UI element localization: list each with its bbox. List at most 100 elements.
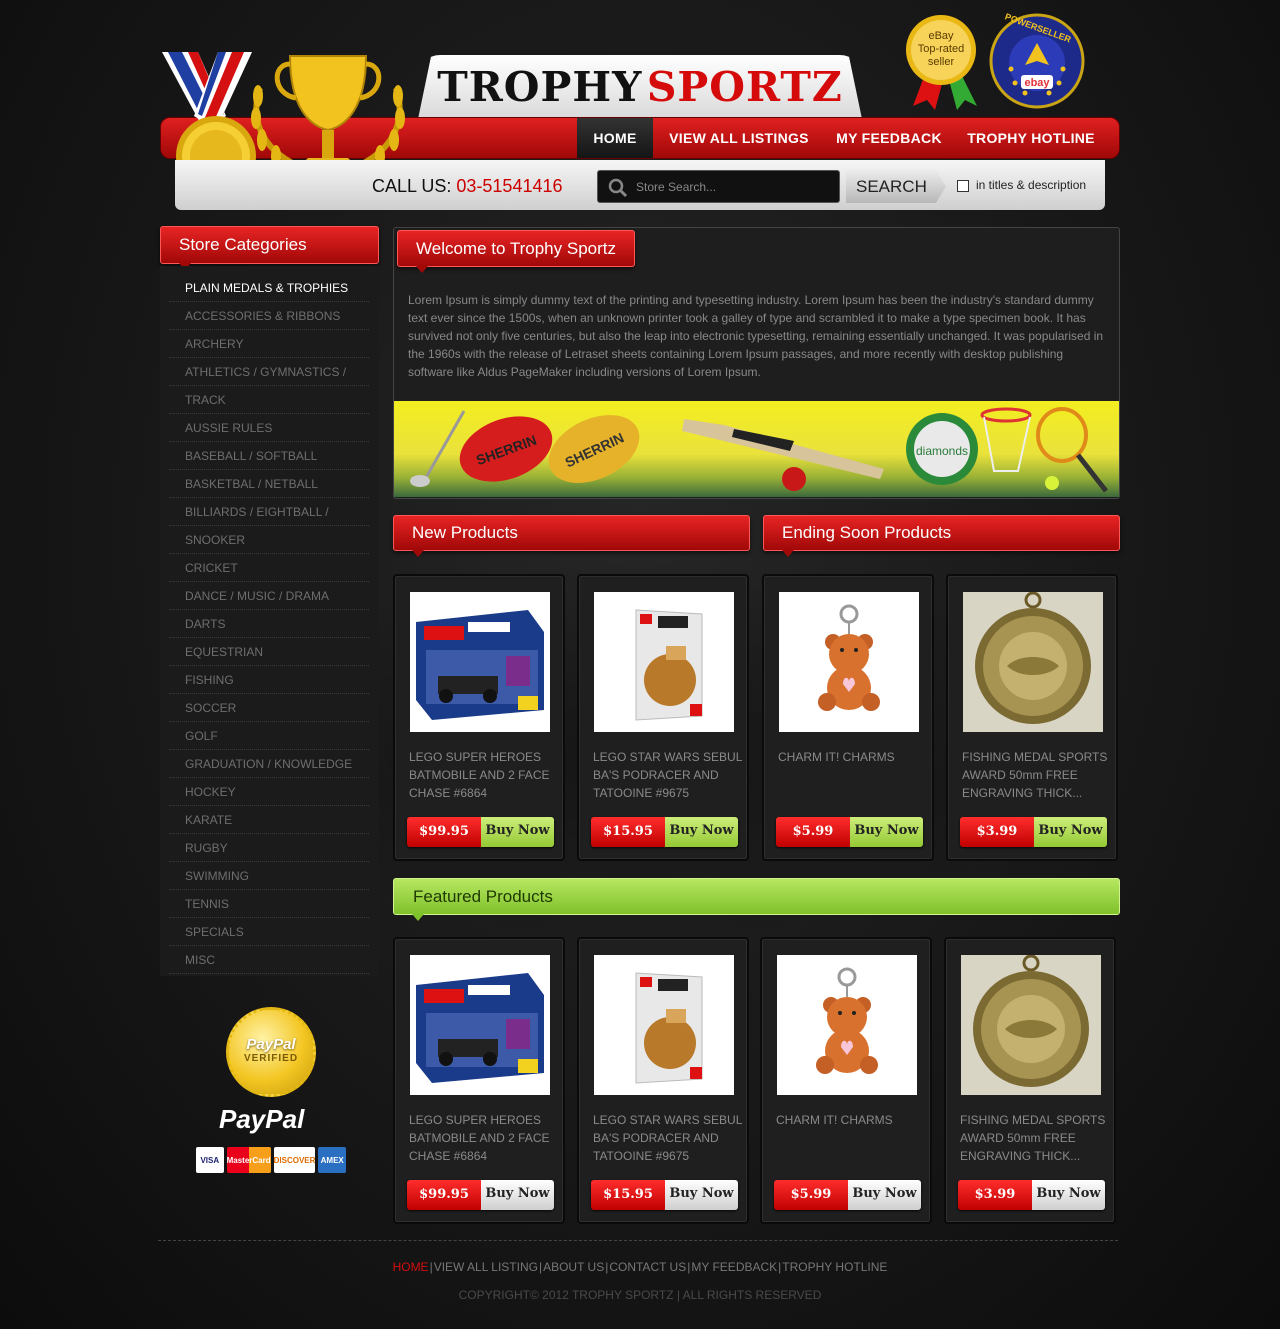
category-item[interactable]: RUGBY — [169, 834, 369, 862]
footer-link[interactable]: TROPHY HOTLINE — [782, 1260, 887, 1274]
search-box — [597, 170, 840, 203]
product-image[interactable] — [594, 592, 734, 732]
badge-line-3: seller — [927, 56, 955, 68]
badge-line-1: eBay — [928, 30, 954, 42]
product-image[interactable] — [777, 955, 917, 1095]
product-price: $15.95 — [591, 1180, 665, 1210]
buy-now-button[interactable]: Buy Now — [481, 1180, 554, 1210]
category-item[interactable]: TRACK — [169, 386, 369, 414]
category-item[interactable]: BILLIARDS / EIGHTBALL / — [169, 498, 369, 526]
category-item[interactable]: SOCCER — [169, 694, 369, 722]
product-image[interactable] — [961, 955, 1101, 1095]
product-title[interactable]: LEGO STAR WARS SEBUL BA'S PODRACER AND T… — [593, 748, 743, 802]
category-item[interactable]: GOLF — [169, 722, 369, 750]
buy-now-button[interactable]: Buy Now — [1032, 1180, 1105, 1210]
product-card[interactable]: LEGO STAR WARS SEBUL BA'S PODRACER AND T… — [577, 574, 749, 861]
product-title[interactable]: FISHING MEDAL SPORTS AWARD 50mm FREE ENG… — [962, 748, 1112, 802]
phone-number[interactable]: 03-51541416 — [456, 176, 562, 196]
product-card[interactable]: LEGO SUPER HEROES BATMOBILE AND 2 FACE C… — [393, 937, 565, 1224]
fishing-medal-image — [963, 592, 1103, 732]
category-item[interactable]: CRICKET — [169, 554, 369, 582]
category-item[interactable]: DARTS — [169, 610, 369, 638]
buy-now-bar: $15.95 Buy Now — [591, 1180, 738, 1210]
product-title[interactable]: FISHING MEDAL SPORTS AWARD 50mm FREE ENG… — [960, 1111, 1110, 1165]
teddy-bear-charm-image — [816, 967, 878, 1074]
category-item[interactable]: PLAIN MEDALS & TROPHIES — [169, 274, 369, 302]
search-titles-checkbox[interactable] — [957, 180, 969, 192]
product-card[interactable]: FISHING MEDAL SPORTS AWARD 50mm FREE ENG… — [946, 574, 1118, 861]
search-button[interactable]: SEARCH — [846, 170, 946, 203]
call-us-label: CALL US: — [372, 176, 452, 196]
product-title[interactable]: CHARM IT! CHARMS — [776, 1111, 926, 1129]
category-item[interactable]: ACCESSORIES & RIBBONS — [169, 302, 369, 330]
category-item[interactable]: ARCHERY — [169, 330, 369, 358]
footer-link[interactable]: MY FEEDBACK — [691, 1260, 777, 1274]
category-item[interactable]: GRADUATION / KNOWLEDGE — [169, 750, 369, 778]
nav-trophy-hotline[interactable]: TROPHY HOTLINE — [961, 118, 1101, 158]
buy-now-bar: $99.95 Buy Now — [407, 817, 554, 847]
product-title[interactable]: CHARM IT! CHARMS — [778, 748, 928, 766]
nav-my-feedback[interactable]: MY FEEDBACK — [829, 118, 949, 158]
discover-icon: DISCOVER — [273, 1147, 316, 1173]
category-item[interactable]: SWIMMING — [169, 862, 369, 890]
product-card[interactable]: CHARM IT! CHARMS $5.99 Buy Now — [762, 574, 934, 861]
category-item[interactable]: DANCE / MUSIC / DRAMA — [169, 582, 369, 610]
buy-now-bar: $5.99 Buy Now — [774, 1180, 921, 1210]
category-item[interactable]: BASEBALL / SOFTBALL — [169, 442, 369, 470]
category-item[interactable]: SNOOKER — [169, 526, 369, 554]
logo-text-sportz: SPORTZ — [646, 63, 843, 111]
buy-now-bar: $3.99 Buy Now — [958, 1180, 1105, 1210]
buy-now-button[interactable]: Buy Now — [665, 817, 738, 847]
category-item[interactable]: AUSSIE RULES — [169, 414, 369, 442]
buy-now-button[interactable]: Buy Now — [665, 1180, 738, 1210]
category-item[interactable]: ATHLETICS / GYMNASTICS / — [169, 358, 369, 386]
category-item[interactable]: EQUESTRIAN — [169, 638, 369, 666]
nav-home[interactable]: HOME — [577, 118, 653, 158]
category-item[interactable]: FISHING — [169, 666, 369, 694]
product-image[interactable] — [594, 955, 734, 1095]
buy-now-bar: $5.99 Buy Now — [776, 817, 923, 847]
footer-separator: | — [778, 1260, 782, 1274]
buy-now-bar: $15.95 Buy Now — [591, 817, 738, 847]
buy-now-bar: $99.95 Buy Now — [407, 1180, 554, 1210]
product-title[interactable]: LEGO SUPER HEROES BATMOBILE AND 2 FACE C… — [409, 1111, 559, 1165]
category-item[interactable]: HOCKEY — [169, 778, 369, 806]
search-input[interactable] — [636, 177, 831, 197]
amex-icon: AMEX — [318, 1147, 346, 1173]
footer-link[interactable]: VIEW ALL LISTING — [434, 1260, 538, 1274]
product-card[interactable]: LEGO SUPER HEROES BATMOBILE AND 2 FACE C… — [393, 574, 565, 861]
product-image[interactable] — [410, 955, 550, 1095]
logo-text-trophy: TROPHY — [437, 63, 643, 111]
footer-link[interactable]: HOME — [393, 1260, 429, 1274]
call-us: CALL US: 03-51541416 — [372, 176, 563, 197]
product-card[interactable]: LEGO STAR WARS SEBUL BA'S PODRACER AND T… — [577, 937, 749, 1224]
buy-now-button[interactable]: Buy Now — [848, 1180, 921, 1210]
product-title[interactable]: LEGO STAR WARS SEBUL BA'S PODRACER AND T… — [593, 1111, 743, 1165]
product-card[interactable]: FISHING MEDAL SPORTS AWARD 50mm FREE ENG… — [944, 937, 1116, 1224]
product-image[interactable] — [410, 592, 550, 732]
badge-line-2: Top-rated — [917, 43, 965, 55]
product-title[interactable]: LEGO SUPER HEROES BATMOBILE AND 2 FACE C… — [409, 748, 559, 802]
category-item[interactable]: BASKETBAL / NETBALL — [169, 470, 369, 498]
category-item[interactable]: SPECIALS — [169, 918, 369, 946]
product-image[interactable] — [963, 592, 1103, 732]
product-card[interactable]: CHARM IT! CHARMS $5.99 Buy Now — [760, 937, 932, 1224]
buy-now-button[interactable]: Buy Now — [1034, 817, 1107, 847]
buy-now-button[interactable]: Buy Now — [850, 817, 923, 847]
category-item[interactable]: KARATE — [169, 806, 369, 834]
product-image[interactable] — [779, 592, 919, 732]
category-item[interactable]: MISC — [169, 946, 369, 974]
nav-view-all-listings[interactable]: VIEW ALL LISTINGS — [661, 118, 817, 158]
footer-link[interactable]: ABOUT US — [543, 1260, 604, 1274]
sports-equipment-illustration: SHERRIN SHERRIN diamonds — [410, 407, 1108, 493]
footer-link[interactable]: CONTACT US — [609, 1260, 686, 1274]
category-item[interactable]: TENNIS — [169, 890, 369, 918]
product-price: $15.95 — [591, 817, 665, 847]
product-price: $3.99 — [958, 1180, 1032, 1210]
paypal-badge-verified: VERIFIED — [243, 1053, 299, 1064]
buy-now-button[interactable]: Buy Now — [481, 817, 554, 847]
logo[interactable]: TROPHY SPORTZ — [418, 55, 862, 119]
lego-batman-box-image — [416, 973, 544, 1083]
paypal-logo: PayPal — [219, 1104, 305, 1134]
footer-divider — [158, 1240, 1118, 1241]
